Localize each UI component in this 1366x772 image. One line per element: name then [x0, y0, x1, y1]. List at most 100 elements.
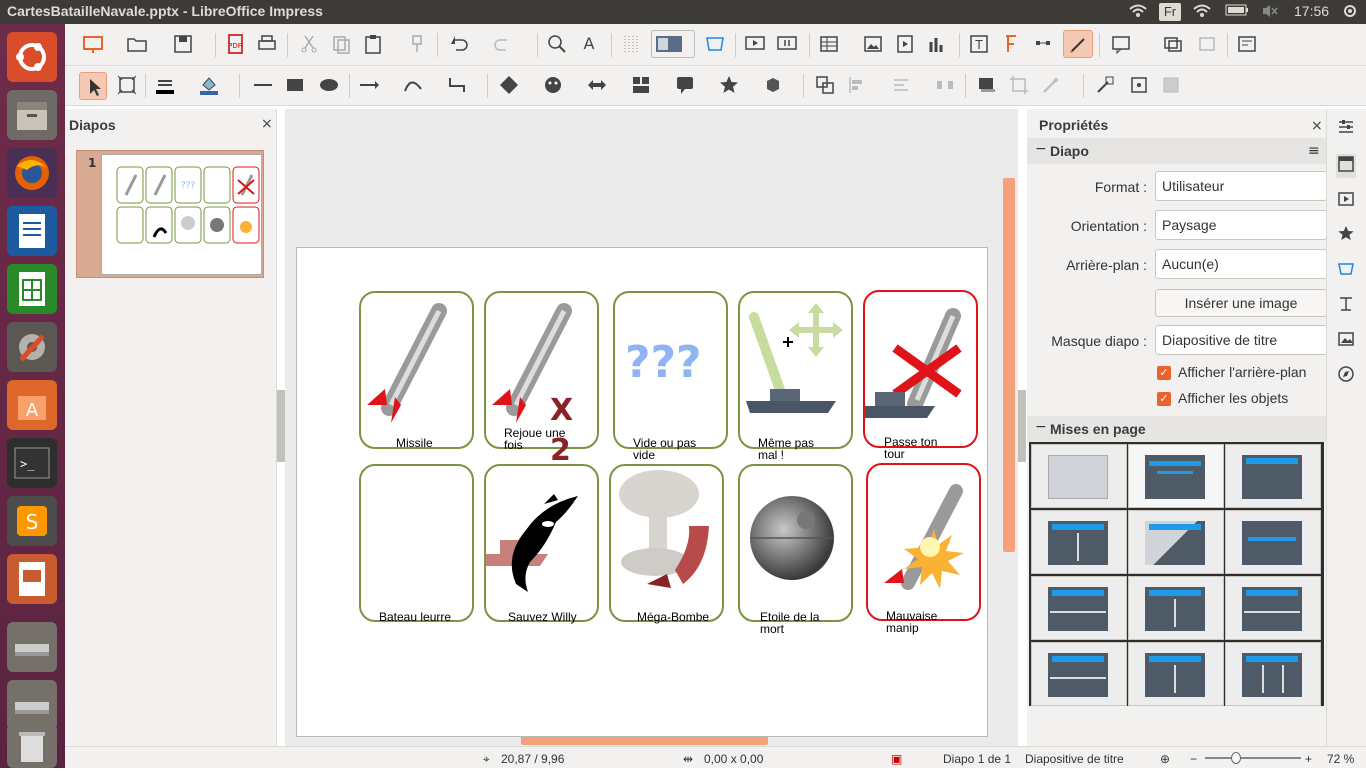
distribute-icon[interactable]: [933, 73, 957, 97]
crop-icon[interactable]: [1007, 73, 1031, 97]
writer-icon[interactable]: [7, 206, 57, 256]
properties-tab-icon[interactable]: [1336, 154, 1356, 178]
rectangle-icon[interactable]: [283, 73, 307, 97]
comment-icon[interactable]: [1109, 32, 1133, 56]
shadow-icon[interactable]: [975, 73, 999, 97]
animation-tab-icon[interactable]: [1336, 224, 1356, 248]
menu-icon[interactable]: ≡: [1308, 143, 1320, 159]
undo-icon[interactable]: [447, 32, 471, 56]
chart-icon[interactable]: [925, 32, 949, 56]
copy-icon[interactable]: [329, 32, 353, 56]
fit-slide-icon[interactable]: ⊕: [1160, 752, 1170, 766]
layout-blank[interactable]: [1031, 444, 1127, 508]
terminal-icon[interactable]: >_: [7, 438, 57, 488]
software-center-icon[interactable]: A: [7, 380, 57, 430]
save-icon[interactable]: [171, 32, 195, 56]
presentation-icon[interactable]: [81, 32, 105, 56]
clock[interactable]: 17:56: [1294, 3, 1329, 19]
export-pdf-icon[interactable]: PDF: [223, 32, 247, 56]
files-icon[interactable]: [7, 90, 57, 140]
block-arrows-icon[interactable]: [585, 73, 609, 97]
interaction-icon[interactable]: [1159, 73, 1183, 97]
layout-title-content[interactable]: [1225, 444, 1321, 508]
zoom-slider-thumb[interactable]: [1231, 752, 1241, 764]
network-icon[interactable]: [1192, 3, 1212, 21]
text-box-icon[interactable]: T: [967, 32, 991, 56]
toggle-extrusion-icon[interactable]: [1093, 73, 1117, 97]
form-controls-icon[interactable]: [1235, 32, 1259, 56]
card-sauvez-willy[interactable]: Sauvez Willy: [462, 464, 599, 623]
close-icon[interactable]: ×: [261, 116, 273, 132]
layout-title-centered[interactable]: [1225, 510, 1321, 574]
table-icon[interactable]: [817, 32, 841, 56]
drive-icon[interactable]: [7, 680, 57, 730]
battery-icon[interactable]: [1224, 3, 1250, 21]
paste-icon[interactable]: [361, 32, 385, 56]
close-icon[interactable]: ×: [1311, 118, 1323, 134]
spelling-icon[interactable]: A: [577, 32, 601, 56]
navigator-tab-icon[interactable]: [1336, 364, 1356, 388]
card-missile[interactable]: Missile: [359, 291, 474, 449]
master-slide-icon[interactable]: [703, 32, 727, 56]
styles-tab-icon[interactable]: [1336, 294, 1356, 318]
card-mauvaise-manip[interactable]: Mauvaise manip: [866, 463, 981, 634]
master-slides-tab-icon[interactable]: [1336, 259, 1356, 283]
card-etoile-de-la-mort[interactable]: Etoile de la mort: [738, 464, 853, 635]
zoom-in-icon[interactable]: +: [1305, 752, 1312, 766]
points-icon[interactable]: [1031, 32, 1055, 56]
glue-points-icon[interactable]: [1127, 73, 1151, 97]
zoom-out-icon[interactable]: −: [1190, 752, 1197, 766]
volume-muted-icon[interactable]: [1260, 3, 1280, 21]
start-current-slide-icon[interactable]: [775, 32, 799, 56]
zoom-pan-icon[interactable]: [115, 73, 139, 97]
calc-icon[interactable]: [7, 264, 57, 314]
impress-icon[interactable]: [7, 554, 57, 604]
firefox-icon[interactable]: [7, 148, 57, 198]
cut-icon[interactable]: [297, 32, 321, 56]
layout-title-two-content[interactable]: [1031, 510, 1127, 574]
card-rejoue[interactable]: X 2 Rejoue une fois: [484, 291, 599, 468]
layout-title-6-content[interactable]: [1225, 642, 1321, 706]
layout-title-4-content[interactable]: [1031, 642, 1127, 706]
card-vide[interactable]: ??? Vide ou pas vide: [613, 291, 728, 461]
orientation-select[interactable]: Paysage: [1155, 210, 1327, 240]
line-icon[interactable]: [251, 73, 275, 97]
arrow-line-icon[interactable]: [357, 73, 381, 97]
slide-thumbnail[interactable]: 1 ???: [76, 150, 264, 278]
fill-color-icon[interactable]: [197, 73, 221, 97]
sidebar-settings-icon[interactable]: [1336, 117, 1356, 141]
layout-title-only[interactable]: [1128, 444, 1224, 508]
zoom-level[interactable]: 72 %: [1327, 752, 1354, 766]
ellipse-icon[interactable]: [317, 73, 341, 97]
draw-functions-icon[interactable]: [1063, 30, 1093, 58]
layout-title-content-3[interactable]: [1128, 576, 1224, 640]
layout-title-4-content-2[interactable]: [1128, 642, 1224, 706]
trash-icon[interactable]: [7, 724, 57, 768]
callout-icon[interactable]: [673, 73, 697, 97]
format-select[interactable]: Utilisateur: [1155, 171, 1327, 201]
right-splitter[interactable]: [1018, 390, 1026, 462]
connector-icon[interactable]: [445, 73, 469, 97]
align-icon[interactable]: [845, 73, 869, 97]
layout-title-content-4[interactable]: [1225, 576, 1321, 640]
section-header-layouts[interactable]: − Mises en page: [1027, 416, 1326, 442]
card-mega-bombe[interactable]: Méga-Bombe: [609, 464, 724, 623]
transformations-icon[interactable]: [813, 73, 837, 97]
symbol-shapes-icon[interactable]: [541, 73, 565, 97]
left-splitter[interactable]: [277, 390, 285, 462]
slide-canvas[interactable]: Missile X 2 Rejoue une fois ??? Vide ou …: [296, 247, 988, 737]
basic-shapes-icon[interactable]: [497, 73, 521, 97]
media-icon[interactable]: [893, 32, 917, 56]
settings-icon[interactable]: [7, 322, 57, 372]
checkbox-show-background[interactable]: ✓: [1157, 366, 1171, 380]
slide-transition-tab-icon[interactable]: [1336, 189, 1356, 213]
start-first-slide-icon[interactable]: [743, 32, 767, 56]
card-meme-pas-mal[interactable]: Même pas mal !: [738, 291, 853, 461]
flowchart-icon[interactable]: [629, 73, 653, 97]
card-bateau-leurre[interactable]: Bateau leurre: [359, 464, 474, 623]
filter-icon[interactable]: [1039, 73, 1063, 97]
display-views-icon[interactable]: [651, 30, 695, 58]
animation-icon[interactable]: [1195, 32, 1219, 56]
section-header-slide[interactable]: − Diapo ≡: [1027, 138, 1326, 164]
insert-image-button[interactable]: Insérer une image: [1155, 289, 1327, 317]
